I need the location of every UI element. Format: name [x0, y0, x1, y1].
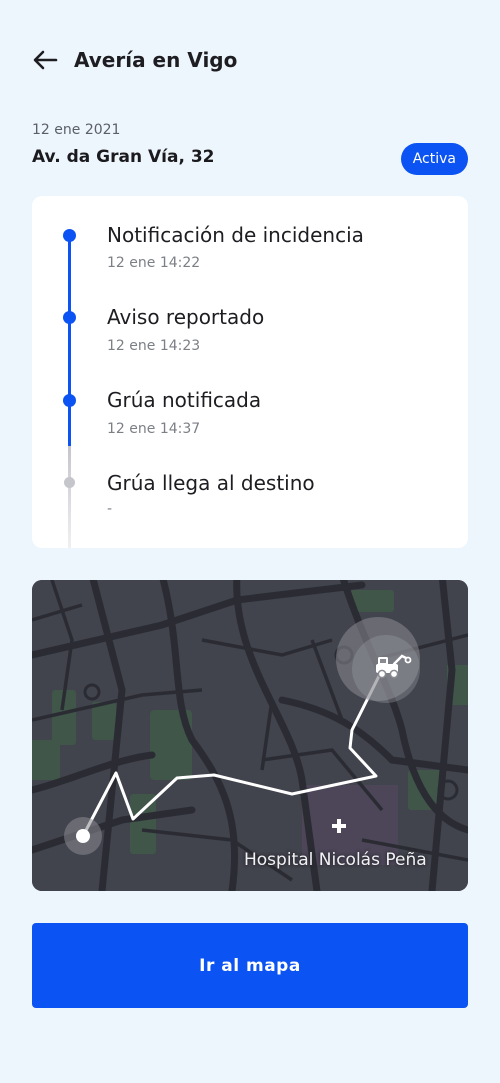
timeline-dot-completed	[63, 394, 76, 407]
timeline-step-title: Aviso reportado	[107, 305, 265, 329]
arrow-left-icon	[33, 50, 58, 70]
timeline-step-time: -	[107, 501, 113, 517]
timeline-step-time: 12 ene 14:22	[107, 255, 201, 271]
timeline-step-title: Grúa llega al destino	[107, 471, 315, 495]
timeline-card: Notificación de incidencia 12 ene 14:22 …	[32, 196, 468, 548]
timeline-line-inactive	[68, 446, 71, 548]
incident-address: Av. da Gran Vía, 32	[32, 147, 215, 167]
incident-date: 12 ene 2021	[32, 122, 121, 138]
go-to-map-button[interactable]: Ir al mapa	[32, 923, 468, 1008]
timeline-dot-completed	[63, 311, 76, 324]
map-preview[interactable]: Hospital Nicolás Peña	[32, 580, 468, 891]
timeline-step-title: Grúa notificada	[107, 388, 262, 412]
timeline-step-time: 12 ene 14:23	[107, 338, 201, 354]
back-button[interactable]	[32, 44, 64, 76]
header: Avería en Vigo	[32, 40, 237, 80]
map-canvas	[32, 580, 468, 891]
timeline-dot-completed	[63, 229, 76, 242]
map-poi-label: Hospital Nicolás Peña	[244, 850, 427, 870]
page-title: Avería en Vigo	[74, 48, 238, 72]
origin-dot-icon	[76, 829, 90, 843]
timeline-step-title: Notificación de incidencia	[107, 223, 364, 247]
timeline-step-time: 12 ene 14:37	[107, 421, 201, 437]
status-badge: Activa	[400, 143, 468, 175]
timeline-dot-pending	[64, 477, 75, 488]
